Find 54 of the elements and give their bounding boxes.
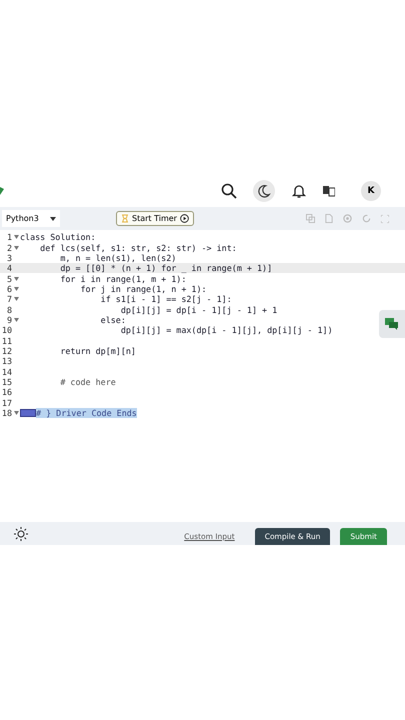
chat-button[interactable]	[379, 310, 405, 338]
line-number: 17	[0, 398, 12, 408]
line-number: 9	[6, 314, 12, 325]
fold-arrow-icon[interactable]	[14, 246, 18, 250]
code-line: # code here	[59, 376, 116, 387]
code-line: dp = [[0] * (n + 1) for _ in range(m + 1)]	[59, 263, 272, 274]
code-line: dp[i][j] = max(dp[i - 1][j], dp[i][j - 1])	[120, 325, 333, 336]
line-number: 6	[6, 284, 12, 294]
start-timer-button[interactable]: Start Timer	[116, 211, 194, 226]
language-label: Python3	[6, 214, 39, 223]
code-line: for i in range(1, m + 1):	[59, 274, 186, 284]
line-number: 3	[6, 252, 12, 263]
code-line: class Solution:	[20, 232, 96, 242]
fold-arrow-icon[interactable]	[14, 297, 18, 302]
dark-mode-button[interactable]	[253, 180, 275, 202]
line-number: 10	[0, 325, 12, 336]
line-number: 8	[6, 304, 12, 315]
selection-marker	[20, 409, 36, 418]
code-line: def lcs(self, s1: str, s2: str) -> int:	[39, 242, 237, 253]
line-number: 16	[0, 387, 12, 398]
line-number: 18	[0, 408, 12, 418]
translate-icon[interactable]	[323, 185, 335, 197]
moon-icon	[257, 184, 271, 198]
line-number: 13	[0, 356, 12, 366]
language-dropdown[interactable]: Python3	[2, 210, 60, 227]
code-line: if s1[i - 1] == s2[j - 1]:	[100, 294, 232, 304]
line-number: 1	[6, 232, 12, 242]
search-icon[interactable]	[221, 183, 237, 199]
fold-arrow-icon[interactable]	[14, 318, 18, 322]
fold-arrow-icon[interactable]	[14, 235, 18, 240]
code-line: else:	[100, 314, 126, 325]
logo-icon	[0, 187, 4, 195]
fold-arrow-icon[interactable]	[14, 276, 18, 281]
line-number: 4	[6, 263, 12, 274]
code-line: dp[i][j] = dp[i - 1][j - 1] + 1	[120, 304, 278, 315]
line-number: 14	[0, 366, 12, 377]
chat-icon	[385, 318, 399, 330]
fold-arrow-icon[interactable]	[14, 286, 18, 291]
bulb-icon[interactable]	[14, 526, 28, 540]
bell-icon[interactable]	[291, 183, 307, 199]
code-line: for j in range(1, n + 1):	[80, 284, 207, 294]
user-avatar[interactable]: K	[361, 181, 381, 201]
play-icon	[180, 214, 189, 223]
line-number: 7	[6, 294, 12, 304]
caret-icon	[50, 216, 56, 220]
line-number: 12	[0, 346, 12, 356]
hourglass-icon	[121, 214, 129, 223]
line-number: 11	[0, 336, 12, 346]
line-number: 5	[6, 274, 12, 284]
code-line: return dp[m][n]	[59, 346, 136, 356]
code-line: m, n = len(s1), len(s2)	[59, 252, 176, 263]
line-number: 15	[0, 376, 12, 387]
fold-arrow-icon[interactable]	[14, 411, 18, 416]
line-number: 2	[6, 242, 12, 253]
